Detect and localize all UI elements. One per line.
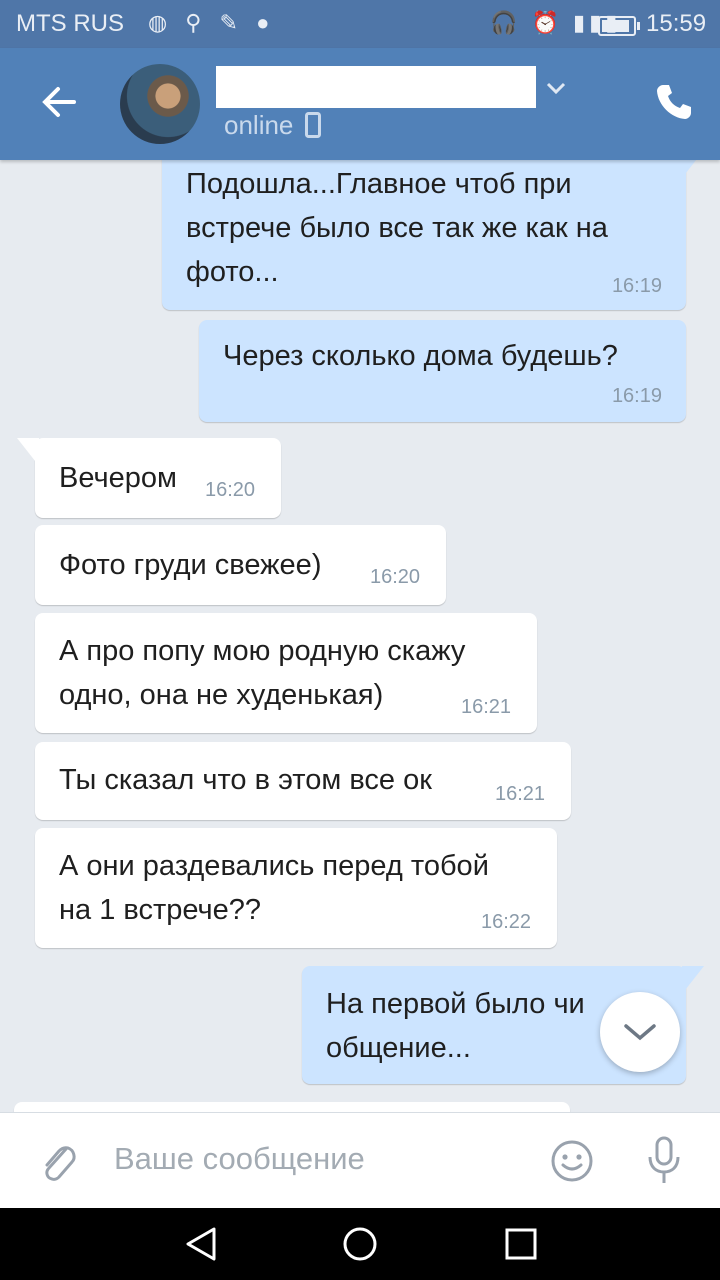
message-bubble-incoming[interactable]: Фото груди свежее) 16:20 [35, 525, 446, 605]
notification-icons: ◍ ⚲ ✎ ● [148, 10, 276, 35]
message-bubble-incoming[interactable]: А про попу мою родную скажу одно, она не… [35, 613, 537, 733]
message-text: А про попу мою родную скажу одно, она не… [59, 635, 466, 711]
message-time: 16:20 [370, 566, 421, 588]
message-text: А они раздевались перед тобой на 1 встре… [59, 850, 489, 926]
chat-header: online [0, 48, 720, 160]
avatar[interactable] [120, 64, 200, 144]
message-list[interactable]: Подошла...Главное чтоб при встрече было … [0, 160, 720, 1112]
scroll-down-button[interactable] [600, 992, 680, 1072]
clock: 15:59 [646, 10, 707, 37]
status-bar: MTS RUS ◍ ⚲ ✎ ● 🎧 ⏰ ▮▮▮ 15:59 [0, 0, 720, 48]
presence-label: online [224, 110, 294, 140]
back-arrow-icon[interactable] [36, 78, 84, 126]
message-bubble-incoming[interactable]: Вечером 16:20 [17, 438, 281, 518]
message-text: Через сколько дома будешь? [223, 340, 618, 372]
message-time: 16:22 [481, 911, 532, 933]
contact-name-redacted[interactable] [216, 66, 536, 108]
mobile-icon [304, 112, 321, 138]
scroll-down-icon [624, 1024, 656, 1041]
message-bubble-outgoing[interactable]: Подошла...Главное чтоб при встрече было … [162, 160, 704, 310]
message-text: Вечером [59, 462, 177, 494]
system-nav-bar [0, 1208, 720, 1280]
nav-back-icon[interactable] [184, 1226, 218, 1262]
message-bubble-incoming[interactable]: Ты сказал что в этом все ок 16:21 [35, 742, 571, 820]
message-text: Фото груди свежее) [59, 549, 322, 581]
message-time: 16:20 [205, 479, 256, 501]
nav-recent-icon[interactable] [505, 1228, 537, 1260]
message-time: 16:21 [461, 696, 512, 718]
message-time: 16:19 [611, 385, 662, 407]
message-composer: Ваше сообщение [0, 1112, 720, 1209]
message-time: 16:19 [611, 275, 662, 297]
message-bubble-incoming-partial[interactable] [14, 1102, 570, 1112]
message-bubble-outgoing[interactable]: Через сколько дома будешь? 16:19 [199, 320, 686, 422]
message-time: 16:21 [495, 783, 546, 805]
chevron-down-icon[interactable] [544, 76, 568, 100]
paperclip-icon[interactable] [36, 1137, 80, 1185]
presence-status: online [224, 110, 321, 141]
message-input[interactable]: Ваше сообщение [114, 1141, 365, 1177]
phone-icon[interactable] [654, 82, 694, 122]
smile-icon[interactable] [550, 1139, 594, 1183]
message-text: Подошла...Главное чтоб при встрече было … [186, 168, 608, 288]
message-text: На первой было чи общение... [326, 988, 585, 1064]
message-bubble-incoming[interactable]: А они раздевались перед тобой на 1 встре… [35, 828, 557, 948]
microphone-icon[interactable] [642, 1135, 686, 1187]
carrier-label: MTS RUS [16, 10, 124, 37]
battery-icon [598, 16, 640, 36]
message-text: Ты сказал что в этом все ок [59, 764, 432, 796]
nav-home-icon[interactable] [342, 1226, 378, 1262]
